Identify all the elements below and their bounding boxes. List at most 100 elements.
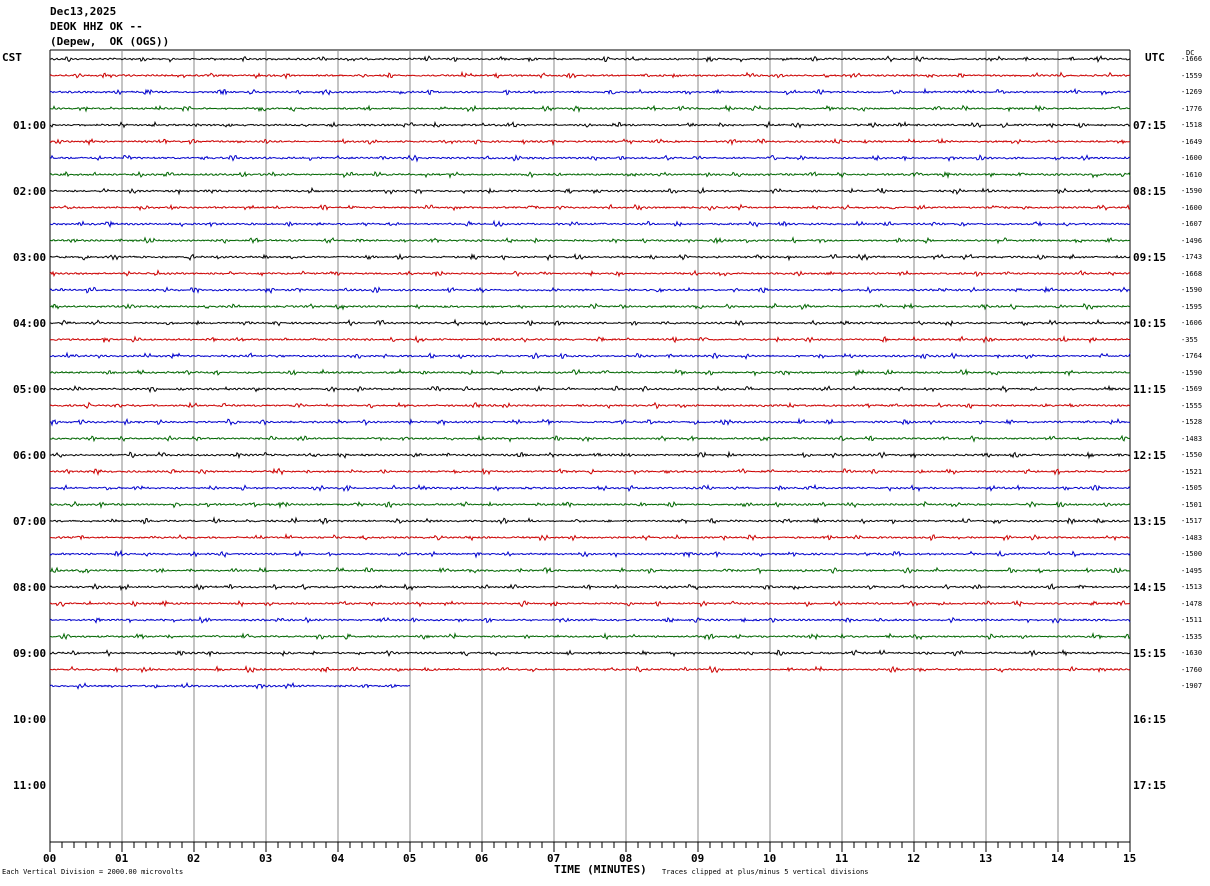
trace-2: [49, 70, 1131, 80]
cst-label: 11:00: [13, 779, 47, 792]
utc-label: 16:15: [1133, 713, 1167, 726]
trace-8: [49, 170, 1131, 180]
x-tick-label: 11: [835, 852, 849, 865]
trace-13: [49, 252, 1131, 262]
trace-6: [49, 137, 1131, 147]
trace-15: [49, 285, 1131, 294]
dc-offset: -1505: [1181, 484, 1203, 492]
x-tick-label: 14: [1051, 852, 1065, 865]
x-tick-label: 06: [475, 852, 489, 865]
cst-label: 03:00: [13, 251, 47, 264]
dc-offset: -1607: [1181, 220, 1203, 228]
dc-offset: -1776: [1181, 104, 1203, 113]
trace-36: [50, 632, 1131, 641]
dc-offset: -1559: [1181, 71, 1203, 80]
trace-37: [49, 649, 1131, 658]
dc-offset: -1764: [1181, 352, 1203, 360]
utc-label: 09:15: [1133, 251, 1167, 264]
dc-offset: -1501: [1181, 500, 1203, 509]
dc-offset: -1610: [1181, 170, 1203, 179]
minute-gridlines: [49, 49, 1131, 842]
dc-offset: -1668: [1181, 269, 1203, 278]
trace-17: [50, 318, 1131, 327]
cst-label: 09:00: [13, 647, 47, 660]
dc-offset: -1743: [1181, 253, 1203, 261]
x-tick-label: 09: [691, 852, 705, 865]
dc-offset: -1590: [1181, 187, 1203, 195]
x-tick-label: 15: [1123, 852, 1137, 865]
trace-24: [49, 434, 1131, 443]
trace-22: [49, 401, 1131, 410]
dc-offset: -1269: [1181, 88, 1203, 96]
utc-label: 17:15: [1133, 779, 1167, 792]
x-tick-label: 00: [43, 852, 57, 865]
helicorder-plot: [49, 49, 1131, 852]
cst-label: 07:00: [13, 515, 47, 528]
trace-11: [49, 219, 1131, 228]
dc-offset: -355: [1181, 335, 1198, 344]
trace-27: [49, 483, 1131, 493]
dc-offset: -1535: [1181, 632, 1203, 641]
utc-label: 12:15: [1133, 449, 1167, 462]
trace-39: [49, 681, 411, 690]
dc-offset: -1550: [1181, 451, 1203, 459]
trace-28: [49, 500, 1131, 510]
dc-offset: -1590: [1181, 368, 1203, 377]
cst-label: 02:00: [13, 185, 47, 198]
x-tick-label: 05: [403, 852, 417, 865]
trace-1: [49, 54, 1131, 63]
dc-offset: -1495: [1181, 566, 1203, 575]
cst-label: 08:00: [13, 581, 47, 594]
trace-33: [49, 582, 1131, 592]
dc-offset: -1649: [1181, 137, 1203, 146]
dc-offset: -1569: [1181, 385, 1203, 393]
trace-3: [49, 87, 1131, 96]
trace-32: [49, 566, 1131, 575]
utc-label: 15:15: [1133, 647, 1167, 660]
x-tick-label: 01: [115, 852, 129, 865]
x-tick-label: 10: [763, 852, 777, 865]
trace-20: [49, 368, 1131, 377]
trace-31: [49, 549, 1131, 559]
dc-offset: -1517: [1181, 517, 1203, 525]
dc-offset: -1666: [1181, 55, 1203, 63]
dc-offset: -1478: [1181, 599, 1203, 608]
x-axis-label: TIME (MINUTES): [554, 863, 647, 876]
footer-clip-note: Traces clipped at plus/minus 5 vertical …: [662, 868, 869, 876]
dc-offset: -1483: [1181, 434, 1203, 443]
utc-label: 14:15: [1133, 581, 1167, 594]
trace-18: [49, 335, 1131, 344]
footer-scale-note: Each Vertical Division = 2000.00 microvo…: [2, 868, 184, 876]
dc-offset: -1513: [1181, 583, 1203, 591]
seismic-traces: [49, 54, 1131, 690]
dc-offset: -1555: [1181, 401, 1203, 410]
x-tick-label: 12: [907, 852, 921, 865]
dc-offset: -1630: [1181, 649, 1203, 657]
cst-label: 05:00: [13, 383, 47, 396]
dc-offset: -1518: [1181, 121, 1203, 129]
trace-38: [50, 665, 1131, 674]
trace-19: [49, 351, 1131, 361]
time-axis: [49, 841, 1131, 852]
x-tick-label: 02: [187, 852, 201, 865]
dc-offset: -1600: [1181, 154, 1203, 162]
dc-offset: -1528: [1181, 418, 1203, 426]
utc-label: 13:15: [1133, 515, 1167, 528]
x-tick-label: 13: [979, 852, 993, 865]
dc-offset: -1600: [1181, 203, 1203, 212]
dc-offset: -1483: [1181, 533, 1203, 542]
utc-label: 10:15: [1133, 317, 1167, 330]
dc-offset: -1595: [1181, 302, 1203, 311]
cst-label: 06:00: [13, 449, 47, 462]
dc-offset: -1521: [1181, 467, 1203, 476]
trace-35: [49, 615, 1131, 624]
cst-label: 04:00: [13, 317, 47, 330]
cst-label: 01:00: [13, 119, 47, 132]
trace-5: [49, 120, 1131, 129]
trace-14: [49, 269, 1131, 278]
trace-9: [49, 186, 1131, 196]
trace-21: [50, 384, 1130, 394]
trace-25: [49, 450, 1131, 460]
x-tick-label: 04: [331, 852, 345, 865]
dc-offset: -1511: [1181, 616, 1203, 624]
